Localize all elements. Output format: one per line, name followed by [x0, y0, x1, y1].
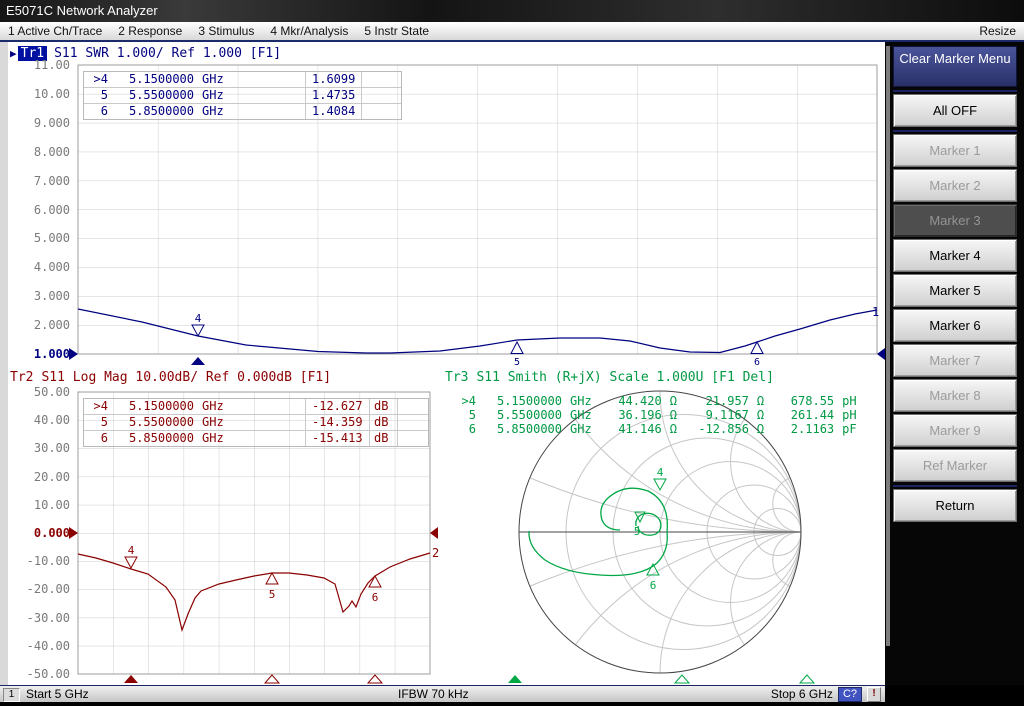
menu-item-active-ch-trace[interactable]: 1 Active Ch/Trace [0, 24, 110, 38]
tr1-ref-level: 1.000 [10, 347, 70, 361]
main-area: 4 5 6 1 4 [0, 42, 1024, 685]
tr2-label: Tr2 [10, 370, 33, 385]
tr1-tick: 5.000 [10, 231, 70, 245]
menubar: 1 Active Ch/Trace 2 Response 3 Stimulus … [0, 22, 1024, 42]
tr1-ref-arrow-left [69, 348, 78, 360]
tr1-tick: 4.000 [10, 260, 70, 274]
instrument-screen: 4 5 6 1 4 [8, 42, 885, 685]
tr2-header[interactable]: Tr2 S11 Log Mag 10.00dB/ Ref 0.000dB [F1] [10, 370, 331, 385]
statusbar: 1 Start 5 GHz IFBW 70 kHz Stop 6 GHz C? … [0, 685, 885, 702]
menu-item-resize[interactable]: Resize [971, 24, 1024, 38]
softkey-separator [893, 130, 1017, 132]
menu-item-instr-state[interactable]: 5 Instr State [356, 24, 437, 38]
tr2-trace-number: 2 [432, 546, 439, 560]
softkey-marker-4[interactable]: Marker 4 [893, 239, 1017, 272]
tr1-tick: 6.000 [10, 203, 70, 217]
softkey-all-off[interactable]: All OFF [893, 94, 1017, 127]
svg-text:4: 4 [128, 544, 135, 557]
channel-number-box: 1 [3, 688, 20, 702]
stop-frequency: Stop 6 GHz [771, 687, 833, 701]
svg-text:6: 6 [372, 591, 379, 604]
tr2-tick: -50.00 [10, 667, 70, 681]
tr2-tick: -40.00 [10, 639, 70, 653]
softkey-scroll-strip[interactable] [886, 46, 890, 646]
softkey-marker-1[interactable]: Marker 1 [893, 134, 1017, 167]
tr2-ref-level: 0.000 [10, 526, 70, 540]
softkey-sidebar: Clear Marker Menu All OFF Marker 1 Marke… [885, 42, 1024, 685]
svg-text:6: 6 [650, 579, 657, 592]
softkey-marker-9[interactable]: Marker 9 [893, 414, 1017, 447]
alert-indicator-icon: ! [867, 687, 881, 702]
svg-text:5: 5 [634, 525, 641, 538]
menu-item-mkr-analysis[interactable]: 4 Mkr/Analysis [262, 24, 356, 38]
plots-canvas: 4 5 6 1 4 [8, 42, 885, 685]
window-titlebar[interactable]: E5071C Network Analyzer [0, 0, 1024, 22]
tr1-tick: 11.00 [10, 58, 70, 72]
svg-text:5: 5 [269, 588, 276, 601]
tr3-format-text: S11 Smith (R+jX) Scale 1.000U [F1 Del] [476, 370, 773, 385]
tr3-marker-table: >45.1500000GHz 44.420Ω 21.957Ω 678.55pH … [452, 394, 857, 436]
svg-text:4: 4 [657, 466, 664, 479]
svg-text:6: 6 [754, 357, 760, 368]
tr3-header[interactable]: Tr3 S11 Smith (R+jX) Scale 1.000U [F1 Del… [445, 370, 774, 385]
softkey-return[interactable]: Return [893, 489, 1017, 522]
softkey-marker-7[interactable]: Marker 7 [893, 344, 1017, 377]
start-frequency: Start 5 GHz [26, 687, 89, 701]
tr2-tick: 20.00 [10, 470, 70, 484]
tr2-tick: 10.00 [10, 498, 70, 512]
menu-item-stimulus[interactable]: 3 Stimulus [190, 24, 262, 38]
tr1-tick: 8.000 [10, 145, 70, 159]
softkey-marker-8[interactable]: Marker 8 [893, 379, 1017, 412]
tr1-tick: 9.000 [10, 116, 70, 130]
window-title: E5071C Network Analyzer [6, 3, 158, 18]
tr2-tick: 50.00 [10, 385, 70, 399]
tr1-format-text: S11 SWR 1.000/ Ref 1.000 [F1] [54, 46, 281, 61]
softkey-marker-6[interactable]: Marker 6 [893, 309, 1017, 342]
softkey-separator [893, 90, 1017, 92]
menu-item-response[interactable]: 2 Response [110, 24, 190, 38]
tr2-tick: -20.00 [10, 582, 70, 596]
tr2-ref-arrow-left [69, 527, 78, 539]
tr1-tick: 7.000 [10, 174, 70, 188]
softkey-ref-marker[interactable]: Ref Marker [893, 449, 1017, 482]
tr2-format-text: S11 Log Mag 10.00dB/ Ref 0.000dB [F1] [41, 370, 331, 385]
app-window: E5071C Network Analyzer 1 Active Ch/Trac… [0, 0, 1024, 706]
tr2-ref-arrow-right [430, 527, 438, 539]
tr2-marker-table: >45.1500000GHz -12.627dB 55.5500000GHz -… [83, 398, 429, 447]
tr1-tick: 2.000 [10, 318, 70, 332]
svg-text:4: 4 [195, 312, 202, 325]
cal-status-badge: C? [838, 687, 862, 702]
tr1-marker-table: >45.1500000GHz 1.6099 55.5500000GHz 1.47… [83, 71, 402, 120]
tr2-tick: 40.00 [10, 413, 70, 427]
tr2-tick: -10.00 [10, 554, 70, 568]
tr1-tick: 3.000 [10, 289, 70, 303]
softkey-marker-5[interactable]: Marker 5 [893, 274, 1017, 307]
tr2-tick: 30.00 [10, 441, 70, 455]
tr1-trace-number: 1 [872, 305, 879, 319]
softkey-marker-3[interactable]: Marker 3 [893, 204, 1017, 237]
tr1-tick: 10.00 [10, 87, 70, 101]
softkey-marker-2[interactable]: Marker 2 [893, 169, 1017, 202]
tr3-label: Tr3 [445, 370, 468, 385]
left-frame-strip [0, 42, 8, 685]
tr1-ref-arrow-right [877, 348, 885, 360]
softkey-separator [893, 485, 1017, 487]
svg-text:5: 5 [514, 357, 520, 368]
tr2-tick: -30.00 [10, 611, 70, 625]
softkey-menu-title: Clear Marker Menu [893, 46, 1017, 87]
ifbw-readout: IFBW 70 kHz [398, 687, 469, 701]
